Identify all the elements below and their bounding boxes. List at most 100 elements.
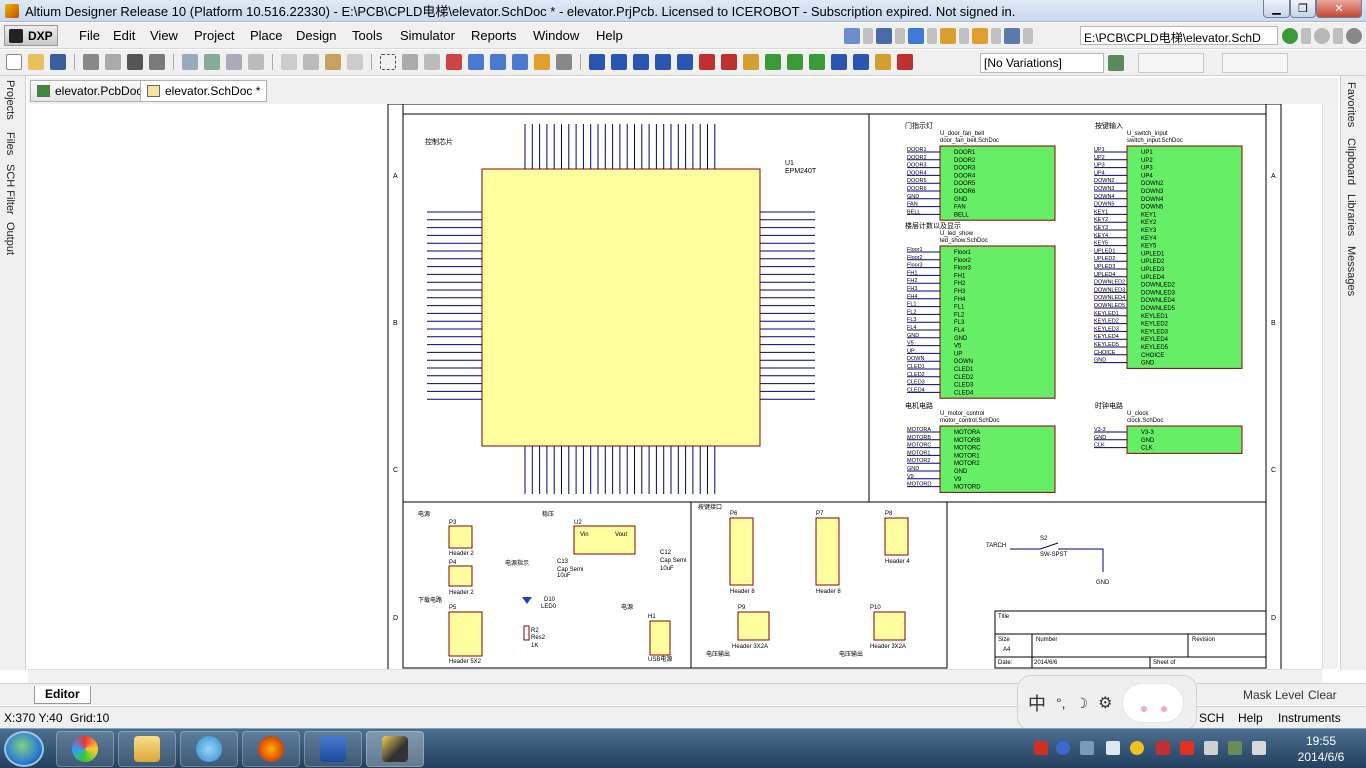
- status-sch[interactable]: SCH: [1199, 711, 1224, 725]
- hierarchy-icon[interactable]: [512, 54, 528, 70]
- taskbar-app-pinwheel[interactable]: [56, 731, 114, 767]
- open-project-icon[interactable]: [127, 54, 143, 70]
- dropdown-icon[interactable]: [1333, 27, 1343, 44]
- panel-tab-sch-filter[interactable]: SCH Filter: [4, 164, 16, 215]
- device-sheet-icon[interactable]: [809, 54, 825, 70]
- save-icon[interactable]: [50, 54, 66, 70]
- dropdown-icon[interactable]: [895, 27, 905, 44]
- move-icon[interactable]: [402, 54, 418, 70]
- tray-qq-icon[interactable]: [1130, 741, 1144, 755]
- menu-place[interactable]: Place: [250, 28, 283, 43]
- deselect-icon[interactable]: [446, 54, 462, 70]
- mask-level-button[interactable]: Mask Level: [1243, 688, 1304, 702]
- open-icon[interactable]: [28, 54, 44, 70]
- directive-icon[interactable]: [972, 27, 988, 44]
- browse-library-icon[interactable]: [556, 54, 572, 70]
- close-button[interactable]: ✕: [1316, 0, 1362, 18]
- taskbar-firefox[interactable]: [242, 731, 300, 767]
- sheet-entry-icon[interactable]: [787, 54, 803, 70]
- zoom-area-icon[interactable]: [204, 54, 220, 70]
- panel-tab-projects[interactable]: Projects: [4, 80, 16, 120]
- menu-design[interactable]: Design: [296, 28, 336, 43]
- dropdown-icon[interactable]: [959, 27, 969, 44]
- menu-reports[interactable]: Reports: [471, 28, 517, 43]
- paste-icon[interactable]: [325, 54, 341, 70]
- signal-harness-icon[interactable]: [633, 54, 649, 70]
- tab-schdoc[interactable]: elevator.SchDoc *: [140, 80, 268, 102]
- status-help[interactable]: Help: [1238, 711, 1263, 725]
- system-clock[interactable]: 19:55 2014/6/6: [1285, 733, 1357, 765]
- wifi-icon[interactable]: [1106, 741, 1120, 755]
- align-icon[interactable]: [876, 27, 892, 44]
- taskbar-qq[interactable]: [180, 731, 238, 767]
- ime-language[interactable]: 中: [1028, 690, 1046, 716]
- start-button[interactable]: [4, 731, 44, 767]
- power-port-icon[interactable]: [908, 27, 924, 44]
- panel-tab-clipboard[interactable]: Clipboard: [1345, 138, 1357, 185]
- dropdown-icon[interactable]: [1023, 27, 1033, 44]
- variations-combo[interactable]: [No Variations]: [980, 53, 1104, 73]
- probe-icon[interactable]: [940, 27, 956, 44]
- zoom-fit-icon[interactable]: [182, 54, 198, 70]
- menu-file[interactable]: File: [79, 28, 100, 43]
- editor-tab[interactable]: Editor: [34, 686, 91, 704]
- menu-view[interactable]: View: [150, 28, 178, 43]
- empty-combo-1[interactable]: [1138, 53, 1204, 73]
- sheet-symbol-icon[interactable]: [765, 54, 781, 70]
- select-area-icon[interactable]: [380, 54, 396, 70]
- dropdown-icon[interactable]: [863, 27, 873, 44]
- vertical-scrollbar[interactable]: [1322, 104, 1338, 669]
- status-instruments[interactable]: Instruments: [1278, 711, 1341, 725]
- menu-window[interactable]: Window: [533, 28, 579, 43]
- tray-device-icon[interactable]: [1204, 741, 1218, 755]
- grid-icon[interactable]: [1004, 27, 1020, 44]
- document-path-combo[interactable]: E:\PCB\CPLD电梯\elevator.SchD: [1080, 26, 1278, 45]
- zoom-filter-icon[interactable]: [248, 54, 264, 70]
- copy-icon[interactable]: [303, 54, 319, 70]
- undo-icon[interactable]: [468, 54, 484, 70]
- panel-tab-libraries[interactable]: Libraries: [1345, 194, 1357, 236]
- schematic-drawing[interactable]: A B C D A B C D 控制芯片 U1 EPM240T 门指示灯 U_door_fan…: [28, 104, 1338, 669]
- dropdown-icon[interactable]: [927, 27, 937, 44]
- menu-edit[interactable]: Edit: [113, 28, 135, 43]
- tray-network-x-icon[interactable]: [1156, 741, 1170, 755]
- vcc-port-icon[interactable]: [721, 54, 737, 70]
- back-icon[interactable]: [1282, 27, 1298, 44]
- panel-tab-files[interactable]: Files: [4, 132, 16, 155]
- restore-button[interactable]: ❐: [1290, 0, 1316, 18]
- menu-simulator[interactable]: Simulator: [400, 28, 455, 43]
- taskbar-word[interactable]: [304, 731, 362, 767]
- ime-punctuation[interactable]: °,: [1056, 695, 1066, 711]
- cut-icon[interactable]: [281, 54, 297, 70]
- dxp-menu-button[interactable]: DXP: [4, 25, 58, 46]
- clear-button[interactable]: Clear: [1308, 688, 1337, 702]
- dropdown-icon[interactable]: [991, 27, 1001, 44]
- panel-tab-output[interactable]: Output: [4, 222, 16, 255]
- volume-icon[interactable]: [1252, 741, 1266, 755]
- menu-project[interactable]: Project: [194, 28, 234, 43]
- taskbar-explorer[interactable]: [118, 731, 176, 767]
- print-icon[interactable]: [83, 54, 99, 70]
- harness-connector-icon[interactable]: [831, 54, 847, 70]
- schematic-canvas[interactable]: A B C D A B C D 控制芯片 U1 EPM240T 门指示灯 U_door_fan…: [28, 104, 1338, 669]
- zoom-selected-icon[interactable]: [226, 54, 242, 70]
- tab-pcbdoc[interactable]: elevator.PcbDoc: [30, 80, 150, 102]
- dropdown-icon[interactable]: [1301, 27, 1311, 44]
- battery-icon[interactable]: [1228, 741, 1242, 755]
- ime-moon-icon[interactable]: ☽: [1076, 695, 1089, 712]
- bus-icon[interactable]: [611, 54, 627, 70]
- tray-s-icon[interactable]: [1034, 741, 1048, 755]
- part-icon[interactable]: [743, 54, 759, 70]
- panel-tab-messages[interactable]: Messages: [1345, 246, 1357, 296]
- menu-help[interactable]: Help: [596, 28, 623, 43]
- harness-entry-icon[interactable]: [853, 54, 869, 70]
- gnd-port-icon[interactable]: [699, 54, 715, 70]
- port-icon[interactable]: [875, 54, 891, 70]
- cross-probe-icon[interactable]: [534, 54, 550, 70]
- no-erc-icon[interactable]: [897, 54, 913, 70]
- panel-tab-favorites[interactable]: Favorites: [1345, 82, 1357, 127]
- redo-icon[interactable]: [490, 54, 506, 70]
- device-icon[interactable]: [149, 54, 165, 70]
- bus-entry-icon[interactable]: [655, 54, 671, 70]
- variant-manager-icon[interactable]: [1108, 55, 1124, 71]
